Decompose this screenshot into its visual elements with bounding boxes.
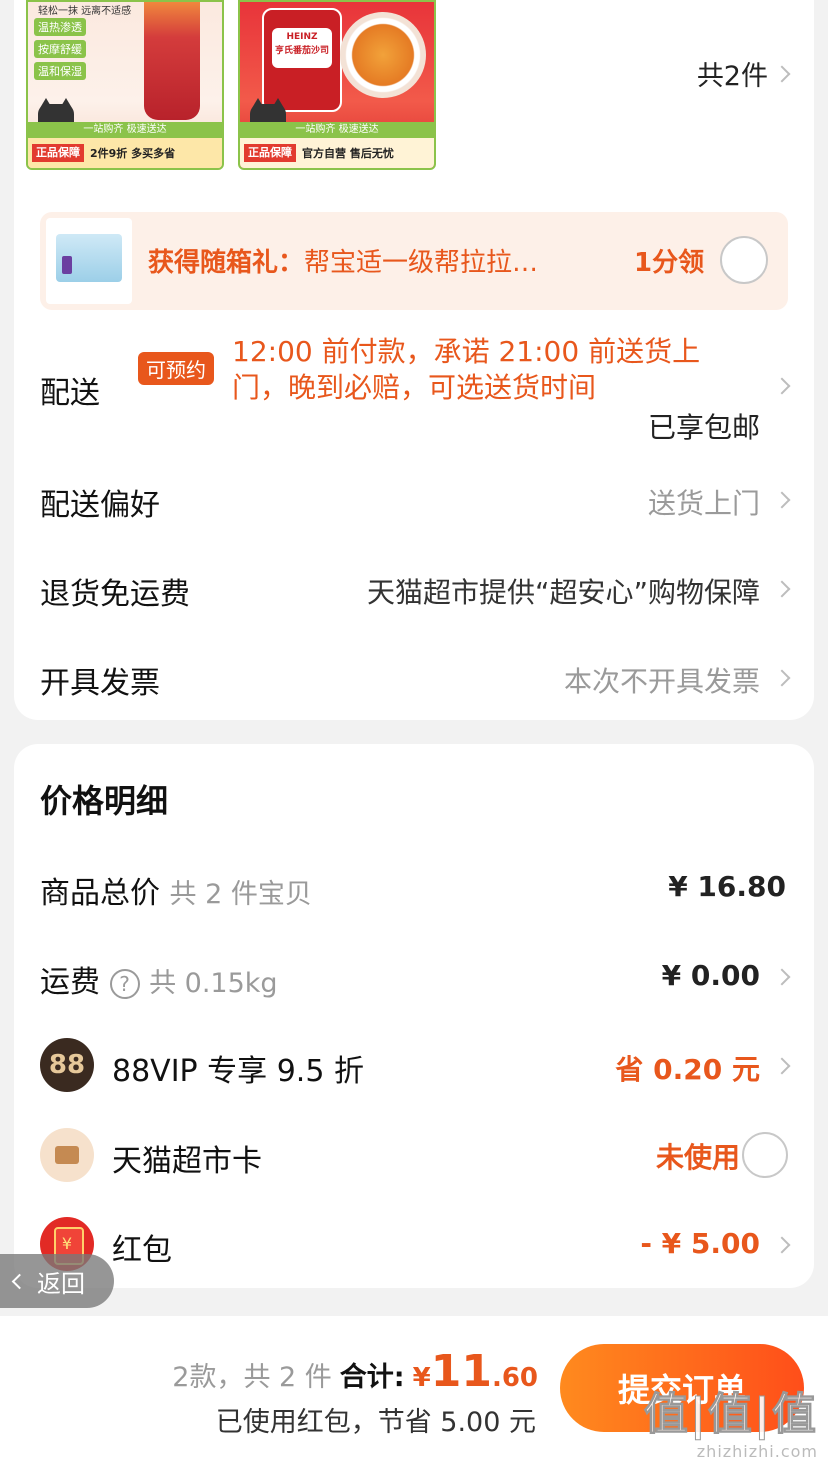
- gift-text: 获得随箱礼：帮宝适一级帮拉拉…: [148, 242, 538, 279]
- preference-value[interactable]: 送货上门: [648, 482, 760, 522]
- ketchup-brand: HEINZ: [286, 32, 318, 42]
- delivery-label: 配送: [40, 376, 100, 411]
- feature-tag: 按摩舒缓: [34, 40, 86, 58]
- goods-total-amount: ¥ 16.80: [668, 870, 786, 903]
- thumb-features: 温热渗透 按摩舒缓 温和保湿: [34, 18, 86, 80]
- invoice-label: 开具发票: [40, 666, 160, 701]
- vip-discount-amount[interactable]: 省 0.20 元: [615, 1048, 760, 1088]
- red-packet-label: 红包: [112, 1233, 172, 1268]
- watermark-logo: 值|值|值 zhizhizhi.com: [643, 1378, 818, 1459]
- gift-radio[interactable]: [720, 236, 768, 284]
- red-packet-amount[interactable]: - ¥ 5.00: [640, 1227, 760, 1260]
- thumb-greenbar: 一站购齐 极速送达: [240, 122, 434, 138]
- store-card-status: 未使用: [655, 1141, 740, 1174]
- total-decimal: .60: [491, 1363, 538, 1393]
- gift-image: [46, 218, 132, 304]
- thumb-greenbar: 一站购齐 极速送达: [28, 122, 222, 138]
- returns-value[interactable]: 天猫超市提供“超安心”购物保障: [367, 571, 760, 611]
- ketchup-label: HEINZ 亨氏番茄沙司: [272, 28, 332, 68]
- chevron-right-icon: [773, 65, 791, 82]
- thumb-strip: 正品保障 2件9折 多买多省: [28, 138, 222, 168]
- back-button[interactable]: 返回: [0, 1254, 114, 1308]
- returns-label: 退货免运费: [40, 577, 190, 612]
- item-thumbnail-lip-balm[interactable]: 轻松一抹 远离不适感 温热渗透 按摩舒缓 温和保湿 一站购齐 极速送达 正品保障…: [26, 0, 224, 170]
- question-icon[interactable]: ?: [109, 968, 140, 999]
- product-image: [144, 2, 200, 120]
- saved-text: 已使用红包，节省 5.00 元: [215, 1407, 536, 1438]
- product-image: HEINZ 亨氏番茄沙司: [262, 8, 342, 112]
- goods-count: 共 2 件宝贝: [169, 879, 312, 910]
- gift-name: 帮宝适一级帮拉拉…: [304, 248, 539, 278]
- vip-discount-label: 88VIP 专享 9.5 折: [112, 1054, 364, 1089]
- gift-banner[interactable]: 获得随箱礼：帮宝适一级帮拉拉… 1分领: [40, 212, 788, 310]
- free-shipping-text: 已享包邮: [647, 411, 760, 444]
- item-count-link[interactable]: 共2件: [696, 54, 791, 93]
- reservable-badge: 可预约: [138, 352, 214, 385]
- gift-price: 1分领: [634, 248, 705, 278]
- thumb-strip: 正品保障 官方自营 售后无忧: [240, 138, 434, 168]
- item-thumbnails[interactable]: 轻松一抹 远离不适感 温热渗透 按摩舒缓 温和保湿 一站购齐 极速送达 正品保障…: [26, 0, 436, 172]
- invoice-value[interactable]: 本次不开具发票: [564, 660, 760, 700]
- item-count: 共2件: [696, 61, 768, 92]
- yen-glyph: ¥: [61, 1234, 73, 1253]
- summary-count: 2款，共 2 件: [172, 1362, 332, 1393]
- chevron-left-icon: [11, 1273, 28, 1289]
- freight-amount[interactable]: ¥ 0.00: [662, 959, 760, 992]
- thumb-promo: 官方自营 售后无忧: [302, 147, 394, 160]
- watermark-text: 值|值|值: [643, 1389, 818, 1441]
- vip-88-icon: 88: [40, 1038, 94, 1092]
- item-thumbnail-ketchup[interactable]: HEINZ 亨氏番茄沙司 一站购齐 极速送达 正品保障 官方自营 售后无忧: [238, 0, 436, 170]
- store-card-label: 天猫超市卡: [112, 1144, 262, 1179]
- feature-tag: 温和保湿: [34, 62, 86, 80]
- freight-label: 运费: [40, 965, 100, 1000]
- authentic-tag: 正品保障: [32, 144, 84, 162]
- spaghetti-image: [340, 12, 426, 98]
- delivery-promise[interactable]: 12:00 前付款，承诺 21:00 前送货上门，晚到必赔，可选送货时间: [232, 334, 732, 406]
- diaper-pack-icon: [56, 234, 122, 282]
- goods-total-label: 商品总价: [40, 876, 160, 911]
- authentic-tag: 正品保障: [244, 144, 296, 162]
- price-detail-title: 价格明细: [40, 782, 169, 820]
- gift-prefix: 获得随箱礼：: [148, 248, 305, 278]
- preference-label: 配送偏好: [40, 488, 160, 523]
- freight-row[interactable]: 运费 ? 共 0.15kg: [40, 957, 278, 1001]
- freight-weight: 共 0.15kg: [149, 968, 278, 999]
- store-card-icon: [40, 1128, 94, 1182]
- order-summary: 2款，共 2 件 合计: ¥11.60: [172, 1346, 538, 1397]
- store-card-radio[interactable]: [742, 1132, 788, 1178]
- goods-total-row: 商品总价 共 2 件宝贝: [40, 868, 312, 912]
- price-detail-card: [14, 744, 814, 1288]
- thumb-promo: 2件9折 多买多省: [90, 147, 176, 160]
- total-label: 合计:: [339, 1362, 405, 1393]
- checkout-page: 轻松一抹 远离不适感 温热渗透 按摩舒缓 温和保湿 一站购齐 极速送达 正品保障…: [0, 0, 828, 1459]
- watermark-url: zhizhizhi.com: [696, 1442, 818, 1459]
- thumb-topline: 轻松一抹 远离不适感: [38, 6, 132, 17]
- feature-tag: 温热渗透: [34, 18, 86, 36]
- ketchup-name: 亨氏番茄沙司: [274, 46, 329, 56]
- total-integer: 11: [430, 1346, 492, 1397]
- yen-symbol: ¥: [412, 1363, 431, 1393]
- total-price: ¥11.60: [413, 1346, 538, 1397]
- back-label: 返回: [37, 1269, 85, 1298]
